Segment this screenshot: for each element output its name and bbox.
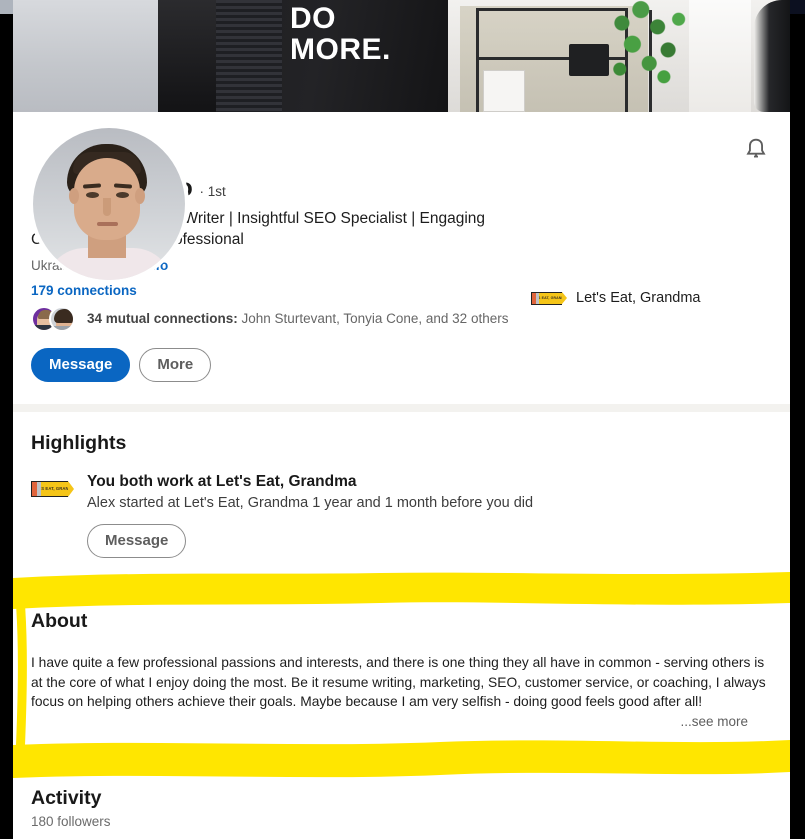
highlight-actions: Message (87, 523, 533, 558)
highlights-card: Highlights LET'S EAT, GRANDMA You both w… (13, 411, 790, 580)
about-title: About (31, 609, 88, 632)
activity-title: Activity (31, 787, 102, 809)
banner-photo: DO MORE. (13, 0, 790, 112)
profile-banner[interactable]: DO MORE. (13, 0, 790, 112)
current-company-chip[interactable]: LET'S EAT, GRANDMA Let's Eat, Grandma (531, 290, 700, 306)
avatar-eye-right (116, 192, 129, 198)
window-corner-left (0, 0, 13, 14)
highlight-headline: You both work at Let's Eat, Grandma (87, 472, 357, 490)
about-card: About I have quite a few professional pa… (13, 587, 790, 759)
mutual-connections-count: 34 mutual connections: (87, 311, 238, 327)
banner-window-blind (216, 0, 282, 112)
profile-intro-card: Alex Lupenko · 1st Experienced Resume Wr… (13, 112, 790, 404)
window-corner-right (790, 0, 805, 14)
mutual-avatar-2 (49, 305, 75, 332)
avatar-photo (33, 128, 185, 280)
company-pencil-logo-icon: LET'S EAT, GRANDMA (531, 291, 567, 305)
more-button[interactable]: More (139, 347, 212, 382)
profile-actions: Message More (31, 347, 772, 382)
followers-count: 180 followers (31, 814, 111, 829)
banner-book (483, 70, 525, 112)
highlight-message-button[interactable]: Message (87, 523, 187, 558)
highlight-subtext: Alex started at Let's Eat, Grandma 1 yea… (87, 494, 534, 511)
highlight-item: LET'S EAT, GRANDMA You both work at Let'… (31, 473, 772, 558)
company-name: Let's Eat, Grandma (576, 290, 701, 306)
browser-viewport: DO MORE. · 1st Writer | Insightful SEO S… (0, 0, 805, 839)
bell-icon[interactable] (742, 136, 770, 164)
window-edge-right (790, 0, 805, 839)
highlights-title: Highlights (31, 431, 127, 454)
linkedin-profile-page: DO MORE. · 1st Writer | Insightful SEO S… (13, 0, 790, 839)
company-logo-text: LET'S EAT, GRANDMA (539, 295, 561, 301)
avatar-eye-left (86, 192, 99, 198)
banner-wall-text-line2: MORE. (290, 32, 391, 66)
banner-wall-panel (158, 0, 216, 112)
mutual-connection-avatars (31, 305, 77, 332)
highlight-logo-text: LET'S EAT, GRANDMA (41, 486, 69, 492)
banner-plant-leaves (603, 0, 708, 96)
avatar-nose (103, 198, 111, 216)
avatar-ear-left (69, 188, 79, 204)
mutual-connections-row[interactable]: 34 mutual connections: John Sturtevant, … (31, 305, 772, 332)
banner-wall-text: DO MORE. (290, 2, 391, 66)
highlight-logo: LET'S EAT, GRANDMA (31, 473, 75, 558)
see-more-link[interactable]: ...see more (31, 714, 772, 729)
banner-chair (754, 0, 790, 112)
activity-card: Activity 180 followers (13, 767, 790, 839)
about-text: I have quite a few professional passions… (31, 654, 766, 710)
highlight-content: You both work at Let's Eat, Grandma Alex… (87, 473, 533, 558)
avatar-ear-right (135, 188, 145, 204)
window-edge-left (0, 0, 13, 839)
avatar[interactable] (29, 124, 189, 284)
banner-wall-left (13, 0, 163, 112)
mutual-connections-text: 34 mutual connections: John Sturtevant, … (87, 311, 508, 326)
mutual-connections-names: John Sturtevant, Tonyia Cone, and 32 oth… (237, 311, 509, 327)
banner-wall-text-line1: DO (290, 2, 336, 35)
highlight-pencil-logo-icon: LET'S EAT, GRANDMA (31, 480, 75, 497)
connection-degree: · 1st (199, 184, 226, 199)
avatar-mouth (97, 222, 118, 226)
message-button[interactable]: Message (31, 347, 131, 382)
